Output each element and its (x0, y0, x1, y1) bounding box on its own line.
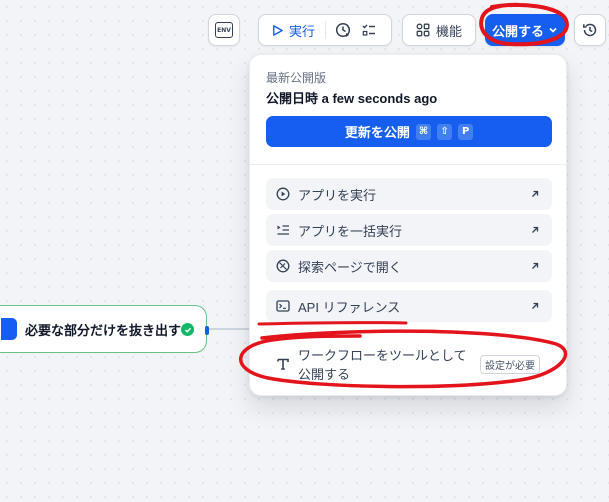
run-toolbar-group: 実行 (258, 14, 392, 46)
publish-dropdown: 最新公開版 公開日時 a few seconds ago 更新を公開 ⌘ ⇧ P… (249, 54, 568, 396)
env-icon: ENV (215, 22, 233, 38)
version-history-button[interactable] (574, 14, 606, 46)
update-label: 更新を公開 (344, 125, 410, 140)
config-required-badge: 設定が必要 (480, 354, 540, 374)
shortcut-cmd-key: ⌘ (415, 123, 432, 140)
chevron-down-icon (549, 27, 557, 33)
node-connector-edge (209, 328, 254, 330)
checklist-icon (362, 24, 376, 36)
run-app-item[interactable]: アプリを実行 (266, 178, 552, 210)
arrow-up-right-icon (532, 262, 539, 269)
publish-button[interactable]: 公開する (485, 14, 565, 46)
history-icon (583, 23, 597, 37)
explore-page-item[interactable]: 探索ページで開く (266, 250, 552, 282)
features-label: 機能 (435, 23, 462, 39)
grid-icon (416, 23, 430, 37)
play-icon (273, 24, 283, 36)
published-time: 公開日時 a few seconds ago (266, 91, 438, 106)
explore-page-label: 探索ページで開く (298, 259, 402, 275)
publish-label: 公開する (491, 23, 544, 39)
batch-run-label: アプリを一括実行 (298, 223, 403, 239)
toolbar-divider (325, 21, 327, 39)
node-title: 必要な部分だけを抜き出す (25, 322, 182, 338)
node-output-handle[interactable] (205, 326, 209, 335)
features-button[interactable]: 機能 (402, 14, 476, 46)
workflow-node[interactable]: 必要な部分だけを抜き出す (0, 305, 209, 353)
publish-update-button[interactable]: 更新を公開 ⌘ ⇧ P (266, 116, 552, 147)
success-check-icon (181, 323, 194, 336)
arrow-up-right-icon (532, 226, 539, 233)
batch-run-item[interactable]: アプリを一括実行 (266, 214, 552, 246)
shortcut-p-key: P (458, 123, 474, 140)
batch-run-icon (277, 225, 289, 235)
env-button[interactable]: ENV (208, 14, 240, 46)
publish-as-tool-label: ワークフローをツールとして公開する (298, 348, 467, 382)
latest-version-label: 最新公開版 (266, 71, 327, 85)
checklist-button[interactable] (356, 17, 382, 43)
menu-divider (250, 164, 568, 165)
api-reference-label: API リファレンス (298, 299, 401, 315)
arrow-up-right-icon (532, 302, 539, 309)
node-type-icon (1, 318, 17, 340)
run-button[interactable]: 実行 (265, 15, 321, 45)
play-circle-icon (276, 187, 290, 201)
api-reference-item[interactable]: API リファレンス (266, 290, 552, 322)
run-history-button[interactable] (330, 17, 356, 43)
compass-icon (276, 259, 290, 273)
publish-as-tool-item[interactable]: ワークフローをツールとして公開する 設定が必要 (266, 348, 552, 382)
tool-icon (277, 358, 289, 370)
clock-play-icon (335, 22, 351, 38)
arrow-up-right-icon (532, 190, 539, 197)
run-app-label: アプリを実行 (298, 187, 377, 203)
run-label: 実行 (289, 23, 316, 39)
terminal-icon (276, 300, 290, 312)
shortcut-shift-key: ⇧ (437, 123, 453, 140)
